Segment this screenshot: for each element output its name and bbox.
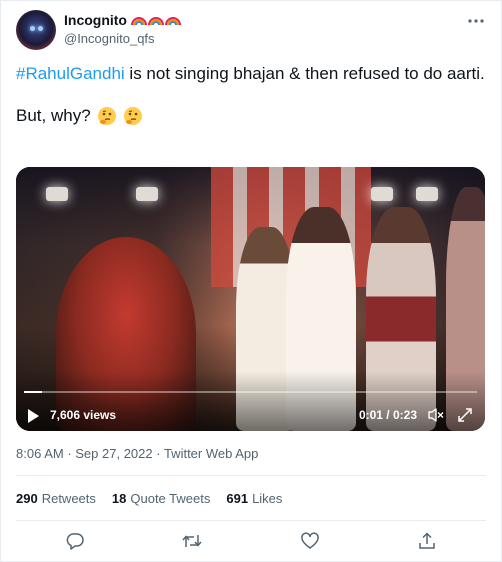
avatar-eye — [38, 26, 43, 31]
separator: · — [152, 446, 164, 461]
avatar[interactable] — [16, 10, 56, 50]
like-icon[interactable] — [299, 530, 321, 552]
tweet-body: is not singing bhajan & then refused to … — [124, 64, 485, 83]
retweet-icon[interactable] — [181, 530, 203, 552]
handle[interactable]: @Incognito_qfs — [64, 31, 181, 46]
rainbow-icon — [131, 14, 147, 26]
rainbow-icon — [148, 14, 164, 26]
tweet-source[interactable]: Twitter Web App — [164, 446, 258, 461]
retweets-label: Retweets — [41, 491, 96, 506]
likes-stat[interactable]: 691 Likes — [226, 491, 282, 506]
avatar-eye — [30, 26, 35, 31]
tweet-text: #RahulGandhi is not singing bhajan & the… — [16, 62, 486, 128]
tweet-time[interactable]: 8:06 AM — [16, 446, 64, 461]
likes-count: 691 — [226, 491, 249, 506]
likes-label: Likes — [252, 491, 283, 506]
tweet-header: Incognito @Incognito_qfs — [16, 10, 486, 52]
rainbow-icon — [165, 14, 181, 26]
video-progress-fill — [24, 391, 43, 393]
quote-tweets-label: Quote Tweets — [130, 491, 211, 506]
mute-icon[interactable] — [427, 407, 445, 423]
tweet-paragraph: #RahulGandhi is not singing bhajan & the… — [16, 62, 486, 86]
thinking-face-icon — [123, 106, 143, 126]
divider — [16, 475, 486, 476]
tweet-metadata: 8:06 AM · Sep 27, 2022 · Twitter Web App — [16, 446, 258, 461]
engagement-stats: 290 Retweets 18 Quote Tweets 691 Likes — [16, 491, 282, 506]
tweet-paragraph-2: But, why? — [16, 104, 486, 128]
quote-tweets-stat[interactable]: 18 Quote Tweets — [112, 491, 210, 506]
reply-icon[interactable] — [64, 530, 86, 552]
retweets-stat[interactable]: 290 Retweets — [16, 491, 96, 506]
video-time: 0:01 / 0:23 — [358, 408, 417, 422]
separator: · — [63, 446, 76, 461]
divider — [16, 520, 486, 521]
display-name-row: Incognito — [64, 12, 181, 28]
tweet-question: But, why? — [16, 106, 91, 125]
author-info[interactable]: Incognito @Incognito_qfs — [64, 12, 181, 46]
play-icon[interactable] — [28, 409, 39, 423]
tweet-actions — [16, 530, 486, 552]
view-count: 7,606 views — [50, 408, 117, 422]
video-player[interactable]: 7,606 views 0:01 / 0:23 — [16, 167, 485, 431]
thinking-face-icon — [97, 106, 117, 126]
hashtag-link[interactable]: #RahulGandhi — [16, 64, 125, 83]
video-controls: 7,606 views 0:01 / 0:23 — [16, 371, 485, 431]
fullscreen-icon[interactable] — [457, 407, 473, 423]
retweets-count: 290 — [16, 491, 38, 506]
name-emojis — [131, 14, 181, 26]
video-progress-bar[interactable] — [24, 391, 477, 393]
share-icon[interactable] — [416, 530, 438, 552]
tweet-date[interactable]: Sep 27, 2022 — [75, 446, 152, 461]
display-name[interactable]: Incognito — [64, 12, 127, 28]
quote-tweets-count: 18 — [111, 491, 127, 506]
more-options-icon[interactable] — [466, 14, 486, 34]
